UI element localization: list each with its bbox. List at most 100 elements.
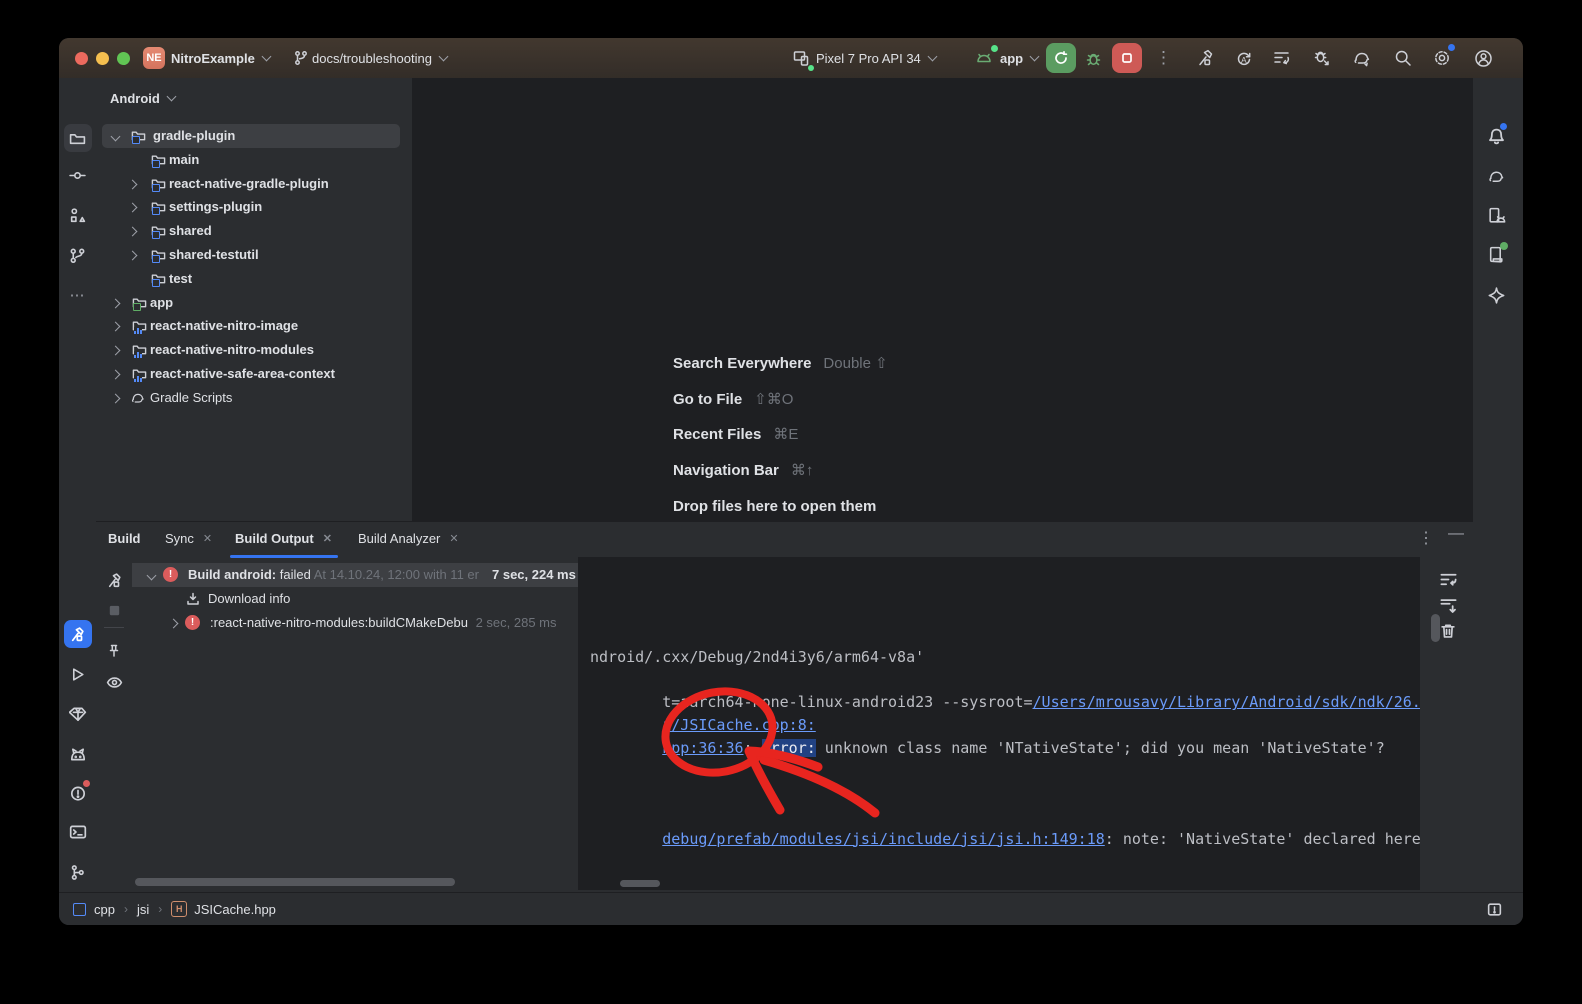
- console-link[interactable]: hpp:36:36: [662, 739, 743, 757]
- panel-options-icon[interactable]: ⋮: [1418, 528, 1434, 548]
- clear-console-trash-icon[interactable]: [1439, 622, 1459, 642]
- chevron-right-icon[interactable]: [169, 619, 179, 629]
- search-icon[interactable]: [1391, 46, 1415, 70]
- problems-tool-button[interactable]: [64, 779, 92, 807]
- tree-item-main[interactable]: main: [96, 148, 412, 172]
- tree-item-test[interactable]: test: [96, 267, 412, 291]
- module-folder-icon: [151, 271, 167, 287]
- run-tool-button[interactable]: [64, 660, 92, 688]
- tree-item-gradle-plugin[interactable]: gradle-plugin: [102, 124, 400, 148]
- maximize-window-button[interactable]: [117, 52, 130, 65]
- project-panel: Android gradle-plugin main react-native-…: [96, 78, 413, 521]
- error-icon: !: [163, 567, 178, 582]
- branch-selector[interactable]: docs/troubleshooting: [312, 38, 447, 78]
- profiler-icon[interactable]: [1270, 46, 1294, 70]
- soft-wrap-icon[interactable]: [1439, 570, 1459, 590]
- chevron-down-icon[interactable]: [147, 571, 157, 581]
- close-tab-icon[interactable]: ✕: [203, 532, 212, 545]
- tree-item-react-native-gradle-plugin[interactable]: react-native-gradle-plugin: [96, 172, 412, 196]
- header-file-icon: H: [171, 901, 187, 917]
- tree-item-react-native-nitro-modules[interactable]: react-native-nitro-modules: [96, 338, 412, 362]
- settings-gear-icon[interactable]: [1430, 46, 1454, 70]
- notifications-bell-icon[interactable]: [1482, 122, 1510, 150]
- chevron-right-icon[interactable]: [128, 180, 138, 190]
- account-icon[interactable]: [1471, 46, 1495, 70]
- chevron-down-icon: [166, 92, 176, 102]
- event-log-icon[interactable]: [1486, 901, 1503, 918]
- chevron-down-icon[interactable]: [111, 132, 121, 142]
- stop-button[interactable]: [1112, 43, 1142, 73]
- apply-changes-icon[interactable]: A: [1232, 46, 1256, 70]
- chevron-right-icon[interactable]: [128, 251, 138, 261]
- device-icon: [789, 46, 813, 70]
- build-task-row[interactable]: ! :react-native-nitro-modules:buildCMake…: [132, 611, 578, 635]
- console-vertical-scrollbar[interactable]: [1431, 614, 1440, 642]
- chevron-right-icon[interactable]: [111, 322, 121, 332]
- project-view-selector[interactable]: Android: [110, 86, 175, 110]
- close-tab-icon[interactable]: ✕: [323, 532, 332, 545]
- device-selector[interactable]: Pixel 7 Pro API 34: [816, 38, 936, 78]
- terminal-tool-button[interactable]: [64, 818, 92, 846]
- chevron-right-icon[interactable]: [111, 370, 121, 380]
- tree-item-shared-testutil[interactable]: shared-testutil: [96, 243, 412, 267]
- running-devices-tool-button[interactable]: [1482, 201, 1510, 229]
- rerun-build-icon[interactable]: [103, 569, 125, 591]
- tree-item-react-native-safe-area-context[interactable]: react-native-safe-area-context: [96, 362, 412, 386]
- chevron-right-icon[interactable]: [111, 394, 121, 404]
- more-tools-button[interactable]: ⋯: [64, 281, 92, 309]
- chevron-right-icon[interactable]: [128, 227, 138, 237]
- commit-tool-button[interactable]: [64, 161, 92, 189]
- project-selector[interactable]: NitroExample: [171, 38, 270, 78]
- breadcrumb-cpp[interactable]: cpp: [94, 902, 115, 917]
- close-window-button[interactable]: [75, 52, 88, 65]
- scroll-to-end-icon[interactable]: [1439, 596, 1459, 616]
- console-horizontal-scrollbar[interactable]: [620, 880, 660, 887]
- hide-panel-icon[interactable]: —: [1448, 525, 1464, 543]
- chevron-right-icon[interactable]: [128, 203, 138, 213]
- horizontal-scrollbar[interactable]: [135, 878, 455, 886]
- debug-button[interactable]: [1080, 43, 1106, 73]
- gradle-sync-icon[interactable]: [1350, 46, 1374, 70]
- build-console: ndroid/.cxx/Debug/2nd4i3y6/arm64-v8a' t=…: [578, 557, 1420, 890]
- pin-icon[interactable]: [103, 640, 125, 662]
- gradle-tool-button[interactable]: [1482, 162, 1510, 190]
- device-manager-tool-button[interactable]: [1482, 240, 1510, 268]
- project-tool-button[interactable]: [64, 124, 92, 152]
- tree-item-settings-plugin[interactable]: settings-plugin: [96, 195, 412, 219]
- structure-tool-button[interactable]: [64, 201, 92, 229]
- build-tool-button[interactable]: [64, 620, 92, 648]
- minimize-window-button[interactable]: [96, 52, 109, 65]
- tree-item-app[interactable]: app: [96, 291, 412, 315]
- build-download-info-row[interactable]: Download info: [132, 587, 578, 611]
- attach-debugger-icon[interactable]: [1310, 46, 1334, 70]
- stop-build-icon[interactable]: [103, 599, 125, 621]
- console-link[interactable]: debug/prefab/modules/jsi/include/jsi/jsi…: [662, 830, 1105, 848]
- rerun-button[interactable]: [1046, 43, 1076, 73]
- more-actions-button[interactable]: ⋮: [1155, 38, 1172, 78]
- close-tab-icon[interactable]: ✕: [449, 532, 458, 545]
- breadcrumb-jsi[interactable]: jsi: [137, 902, 149, 917]
- shortcut-search-everywhere: Search Everywhere Double ⇧: [673, 353, 888, 373]
- run-configuration-selector[interactable]: app: [1000, 38, 1038, 78]
- app-quality-insights-tool-button[interactable]: [64, 700, 92, 728]
- build-root-row[interactable]: ! Build android: failed At 14.10.24, 12:…: [132, 563, 578, 587]
- logcat-tool-button[interactable]: [64, 740, 92, 768]
- filters-eye-icon[interactable]: [103, 671, 125, 693]
- breadcrumb-file[interactable]: JSICache.hpp: [194, 902, 276, 917]
- chevron-right-icon[interactable]: [111, 299, 121, 309]
- shortcut-drop-files: Drop files here to open them: [673, 496, 876, 516]
- gemini-ai-tool-button[interactable]: [1482, 281, 1510, 309]
- version-control-tool-button[interactable]: [64, 858, 92, 886]
- tab-build-analyzer[interactable]: Build Analyzer ✕: [358, 531, 459, 546]
- tab-build-output[interactable]: Build Output ✕: [235, 531, 332, 546]
- tab-sync[interactable]: Sync ✕: [165, 531, 212, 546]
- tree-item-gradle-scripts[interactable]: Gradle Scripts: [96, 386, 412, 410]
- console-link[interactable]: /Users/mrousavy/Library/Android/sdk/ndk/…: [1033, 693, 1420, 711]
- tree-item-react-native-nitro-image[interactable]: react-native-nitro-image: [96, 314, 412, 338]
- build-panel-toolbar: [96, 558, 132, 894]
- build-hammer-icon[interactable]: [1193, 46, 1217, 70]
- vcs-tool-button[interactable]: [64, 241, 92, 269]
- chevron-right-icon[interactable]: [111, 346, 121, 356]
- tree-item-shared[interactable]: shared: [96, 219, 412, 243]
- shortcut-go-to-file: Go to File ⇧⌘O: [673, 389, 793, 409]
